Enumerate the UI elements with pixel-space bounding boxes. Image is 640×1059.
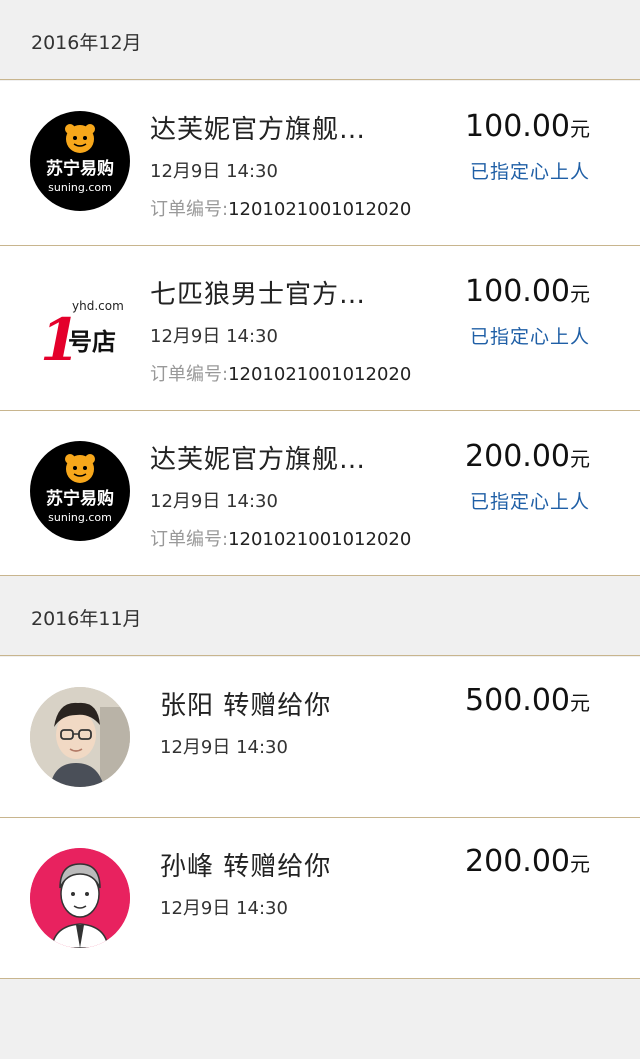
status-link[interactable]: 已指定心上人 [470, 487, 590, 514]
svg-text:suning.com: suning.com [48, 181, 112, 194]
order-number-value: 1201021001012020 [228, 364, 412, 385]
cartoon-man-icon [30, 848, 130, 948]
month-header: 2016年11月 [0, 576, 640, 656]
amount-unit: 元 [570, 852, 590, 876]
suning-logo-icon: 苏宁易购 suning.com [46, 454, 114, 524]
gift-time: 12月9日 14:30 [160, 898, 288, 919]
store-title: 达芙妮官方旗舰… [150, 445, 367, 475]
svg-text:苏宁易购: 苏宁易购 [46, 158, 114, 179]
user-photo-avatar [30, 687, 130, 787]
amount: 200.00元 [465, 844, 590, 879]
yhd-logo-icon: 1 yhd.com 号店 [40, 299, 124, 374]
amount-value: 100.00 [465, 109, 570, 144]
order-number-value: 1201021001012020 [228, 529, 412, 550]
order-number: 订单编号:1201021001012020 [150, 195, 411, 221]
amount: 200.00元 [465, 439, 590, 474]
user-photo-icon [30, 687, 130, 787]
amount-value: 200.00 [465, 439, 570, 474]
order-number-label: 订单编号: [150, 364, 229, 385]
amount: 500.00元 [465, 683, 590, 718]
order-number-value: 1201021001012020 [228, 199, 412, 220]
amount-unit: 元 [570, 691, 590, 715]
order-number: 订单编号:1201021001012020 [150, 360, 411, 386]
svg-text:suning.com: suning.com [48, 511, 112, 524]
order-time: 12月9日 14:30 [150, 161, 278, 182]
suning-logo: 苏宁易购 suning.com [30, 111, 130, 211]
amount: 100.00元 [465, 274, 590, 309]
gift-row[interactable]: 孙峰 转赠给你 12月9日 14:30 200.00元 [0, 818, 640, 979]
amount-value: 500.00 [465, 683, 570, 718]
amount-value: 200.00 [465, 844, 570, 879]
month-header: 2016年12月 [0, 0, 640, 80]
month-label: 2016年12月 [31, 32, 142, 54]
suning-logo-icon: 苏宁易购 suning.com [46, 124, 114, 194]
order-time: 12月9日 14:30 [150, 326, 278, 347]
amount-value: 100.00 [465, 274, 570, 309]
order-time: 12月9日 14:30 [150, 491, 278, 512]
order-row[interactable]: 1 yhd.com 号店 七匹狼男士官方… 12月9日 14:30 订单编号:1… [0, 246, 640, 411]
svg-text:苏宁易购: 苏宁易购 [46, 488, 114, 509]
gift-time: 12月9日 14:30 [160, 737, 288, 758]
store-title: 七匹狼男士官方… [150, 280, 367, 310]
svg-text:号店: 号店 [68, 328, 116, 356]
order-row[interactable]: 苏宁易购 suning.com 达芙妮官方旗舰… 12月9日 14:30 订单编… [0, 81, 640, 246]
amount-unit: 元 [570, 447, 590, 471]
order-row[interactable]: 苏宁易购 suning.com 达芙妮官方旗舰… 12月9日 14:30 订单编… [0, 411, 640, 576]
gift-row[interactable]: 张阳 转赠给你 12月9日 14:30 500.00元 [0, 657, 640, 818]
status-link[interactable]: 已指定心上人 [470, 157, 590, 184]
order-number-label: 订单编号: [150, 199, 229, 220]
status-link[interactable]: 已指定心上人 [470, 322, 590, 349]
amount: 100.00元 [465, 109, 590, 144]
store-title: 达芙妮官方旗舰… [150, 115, 367, 145]
order-number: 订单编号:1201021001012020 [150, 525, 411, 551]
order-number-label: 订单编号: [150, 529, 229, 550]
amount-unit: 元 [570, 282, 590, 306]
month-label: 2016年11月 [31, 608, 142, 630]
cartoon-man-avatar [30, 848, 130, 948]
amount-unit: 元 [570, 117, 590, 141]
gift-title: 孙峰 转赠给你 [160, 852, 332, 882]
suning-logo: 苏宁易购 suning.com [30, 441, 130, 541]
yhd-logo: 1 yhd.com 号店 [30, 278, 130, 378]
gift-title: 张阳 转赠给你 [160, 691, 332, 721]
svg-text:yhd.com: yhd.com [72, 299, 124, 313]
